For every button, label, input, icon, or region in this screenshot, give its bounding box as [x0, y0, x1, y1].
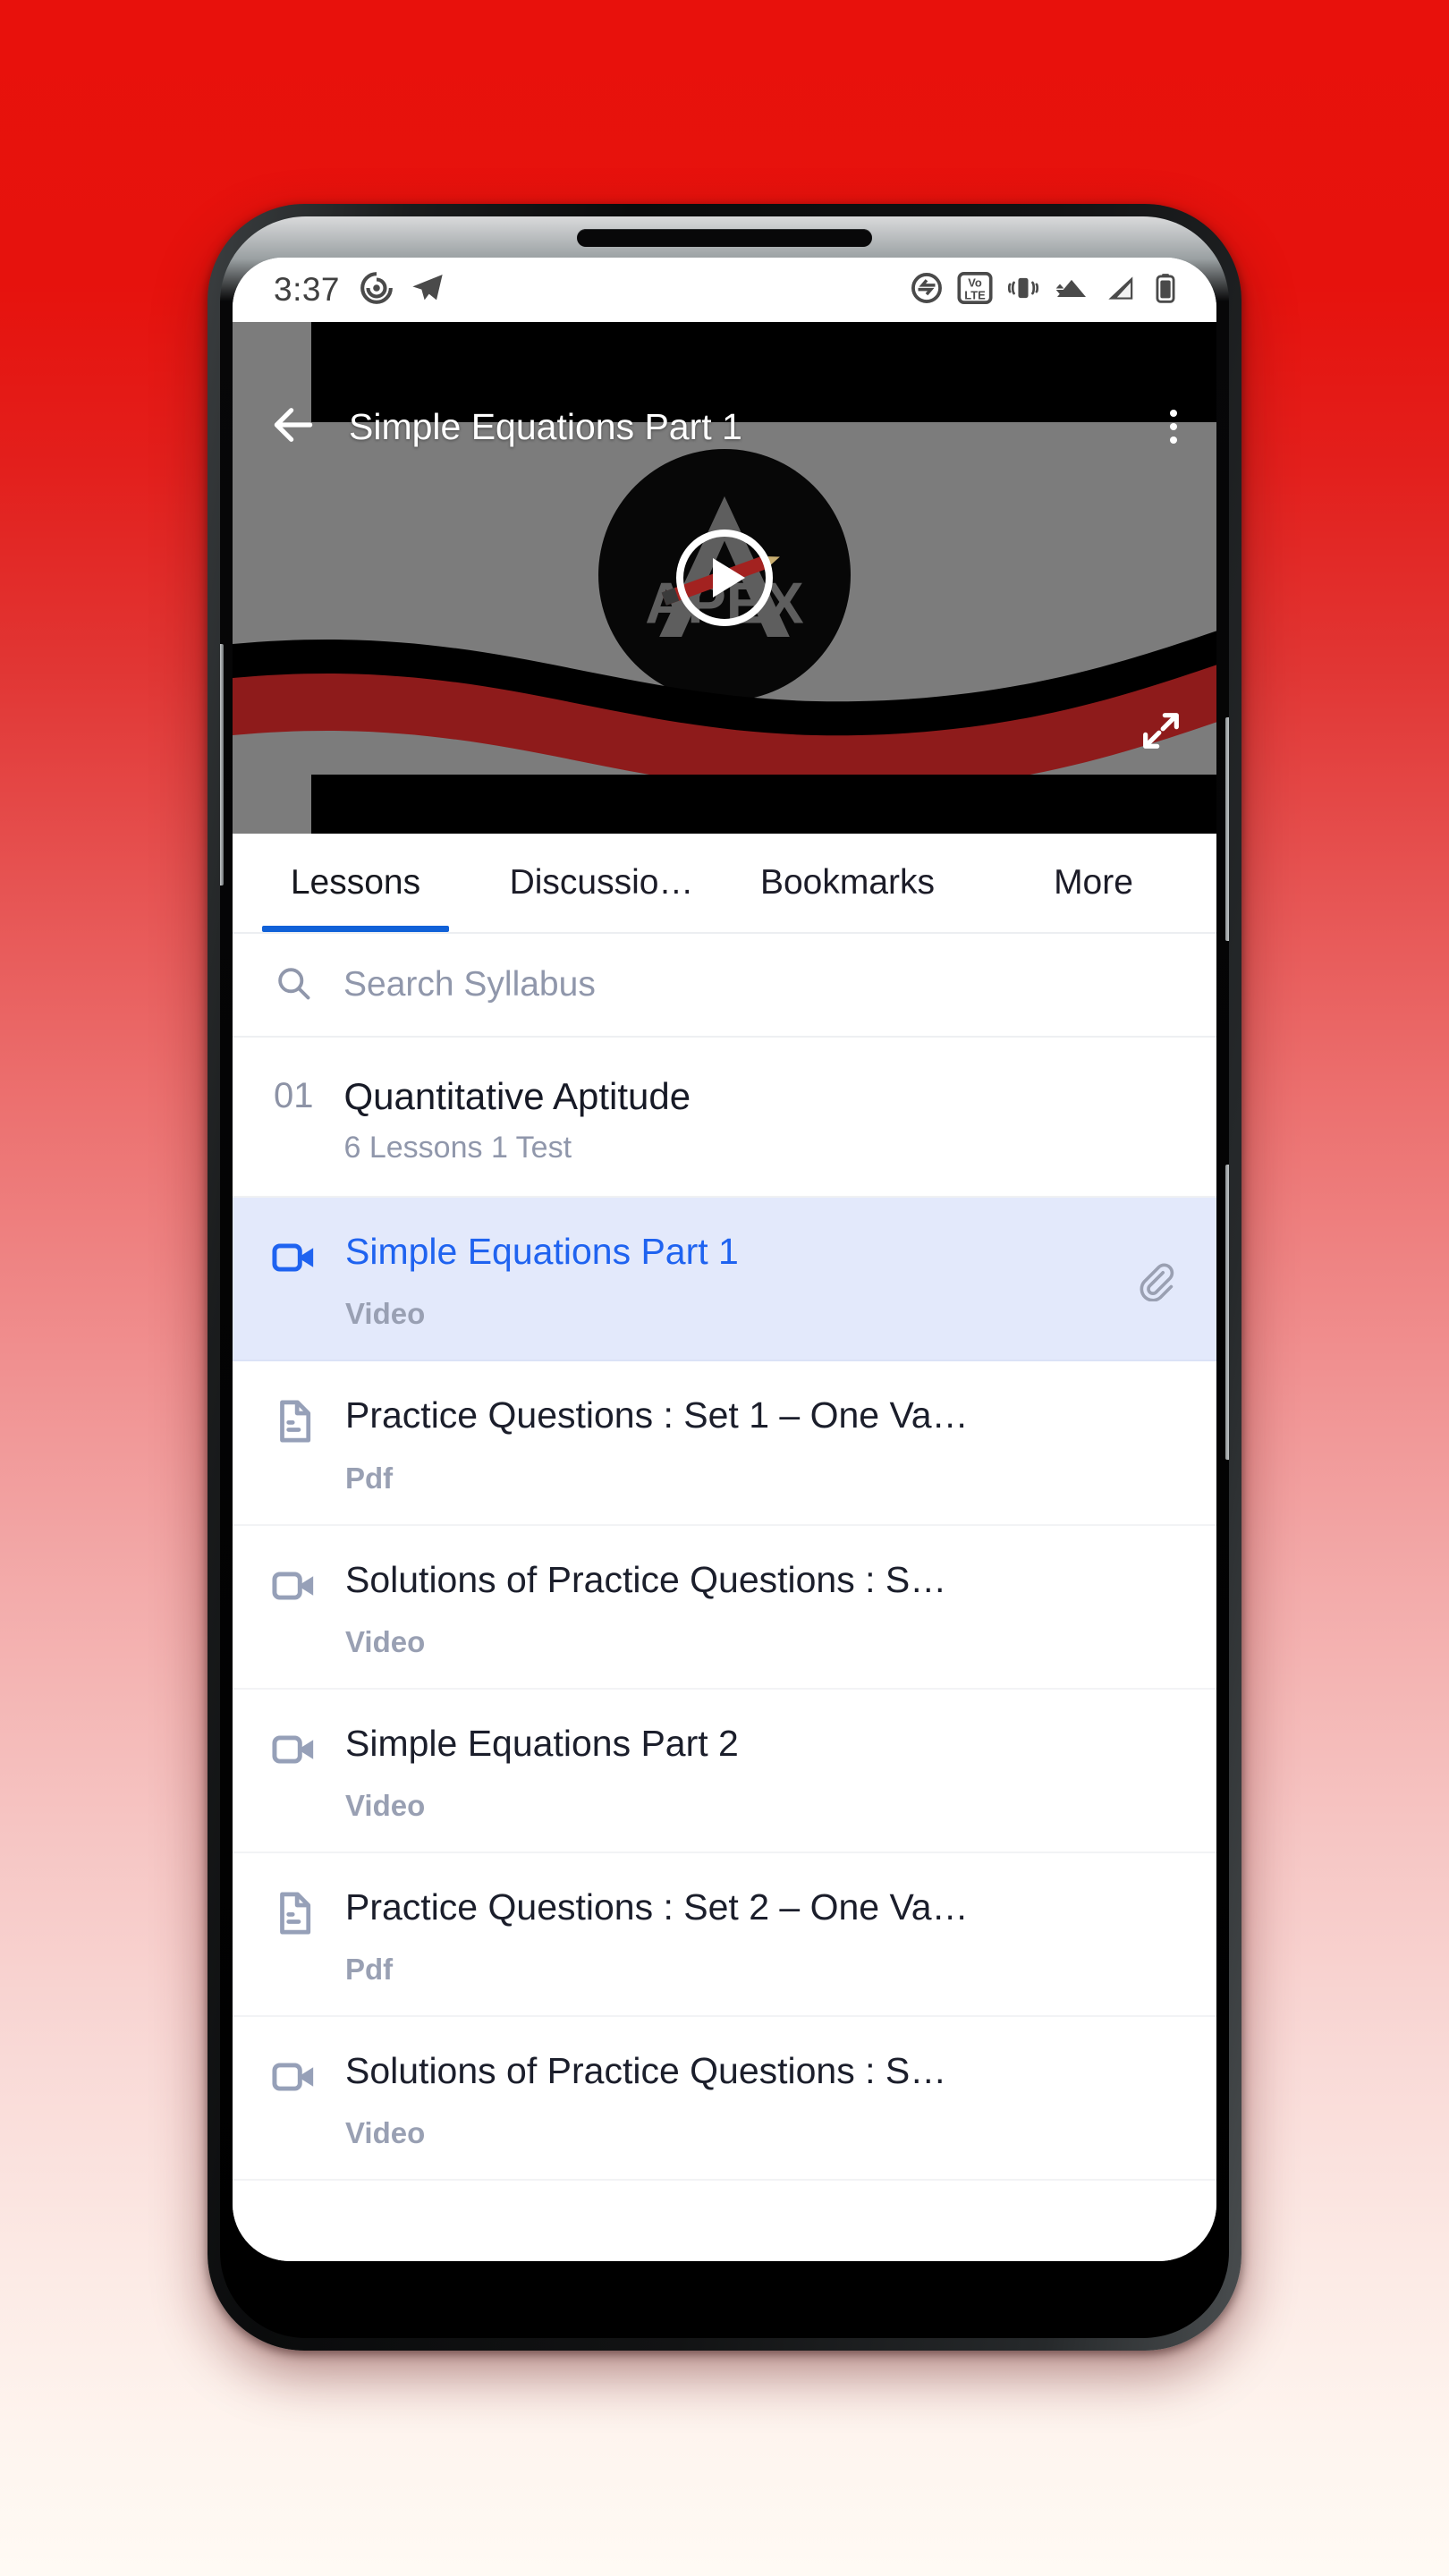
paperclip-icon[interactable] [1134, 1230, 1175, 1306]
list-item-text: Solutions of Practice Questions : S… Vid… [345, 1558, 1175, 1659]
kebab-menu-icon[interactable] [1161, 401, 1186, 453]
list-item-title: Solutions of Practice Questions : S… [345, 2050, 947, 2092]
video-app-bar: Simple Equations Part 1 [233, 388, 1216, 465]
fullscreen-expand-icon[interactable] [1138, 708, 1184, 758]
phone-bezel: 3:37 Vo LTE APEX Simple Equations Part 1… [220, 216, 1229, 2338]
list-item-text: Simple Equations Part 2 Video [345, 1722, 1175, 1823]
play-icon[interactable] [676, 530, 773, 626]
video-camera-icon [270, 2049, 320, 2106]
list-item[interactable]: Simple Equations Part 2 Video [233, 1690, 1216, 1854]
list-item[interactable]: Solutions of Practice Questions : S… Vid… [233, 1526, 1216, 1690]
phone-screen: 3:37 Vo LTE APEX Simple Equations Part 1… [233, 258, 1216, 2261]
list-item-text: Simple Equations Part 1 Video [345, 1230, 1095, 1331]
search-bar[interactable]: Search Syllabus [233, 934, 1216, 1038]
status-clock: 3:37 [274, 271, 341, 308]
list-item-type: Pdf [345, 1953, 394, 1987]
video-wave-graphic [233, 631, 1216, 775]
wifi-icon [1054, 270, 1089, 310]
back-arrow-icon[interactable] [268, 400, 318, 454]
list-item-text: Practice Questions : Set 1 – One Va… Pdf [345, 1394, 1175, 1495]
tab-bookmarks[interactable]: Bookmarks [724, 834, 970, 932]
status-notification-icons [360, 270, 445, 310]
list-item-type: Video [345, 1297, 426, 1331]
video-camera-icon [270, 1722, 320, 1778]
tab-discussions[interactable]: Discussio… [479, 834, 724, 932]
volte-icon: Vo LTE [957, 270, 993, 310]
list-item-title: Solutions of Practice Questions : S… [345, 1558, 947, 1600]
chapter-header[interactable]: 01 Quantitative Aptitude 6 Lessons 1 Tes… [233, 1038, 1216, 1199]
list-item-type: Pdf [345, 1461, 394, 1495]
status-system-icons: Vo LTE [910, 270, 1181, 310]
tab-bar: Lessons Discussio… Bookmarks More [233, 834, 1216, 934]
list-item[interactable]: Simple Equations Part 1 Video [233, 1198, 1216, 1362]
list-item-type: Video [345, 1624, 426, 1658]
list-item-title: Practice Questions : Set 2 – One Va… [345, 1886, 969, 1928]
list-item[interactable]: Practice Questions : Set 2 – One Va… Pdf [233, 1853, 1216, 2018]
tab-lessons[interactable]: Lessons [233, 834, 479, 932]
video-title: Simple Equations Part 1 [349, 405, 742, 447]
phone-antenna-seam [715, 2315, 734, 2338]
chapter-number: 01 [274, 1076, 314, 1115]
telegram-icon [410, 270, 445, 310]
earpiece-speaker [577, 229, 872, 247]
svg-text:LTE: LTE [964, 288, 986, 301]
play-triangle [713, 558, 745, 597]
list-item-text: Solutions of Practice Questions : S… Vid… [345, 2049, 1175, 2150]
data-saver-icon [910, 271, 944, 309]
video-player[interactable]: APEX Simple Equations Part 1 [233, 322, 1216, 834]
chapter-text-block: Quantitative Aptitude 6 Lessons 1 Test [344, 1075, 691, 1165]
chapter-title: Quantitative Aptitude [343, 1075, 691, 1117]
document-icon [270, 1394, 320, 1450]
chapter-meta: 6 Lessons 1 Test [343, 1131, 572, 1165]
phone-volume-button[interactable] [1225, 1165, 1229, 1460]
list-item-text: Practice Questions : Set 2 – One Va… Pdf [345, 1885, 1175, 1987]
battery-icon [1150, 273, 1181, 308]
svg-text:Vo: Vo [968, 275, 982, 289]
document-icon [270, 1885, 320, 1942]
spiral-app-icon [360, 271, 394, 309]
list-item-title: Practice Questions : Set 1 – One Va… [345, 1394, 969, 1436]
syllabus-list: 01 Quantitative Aptitude 6 Lessons 1 Tes… [233, 1038, 1216, 2261]
list-item[interactable]: Practice Questions : Set 1 – One Va… Pdf [233, 1361, 1216, 1526]
search-icon [274, 963, 313, 1007]
phone-device-frame: 3:37 Vo LTE APEX Simple Equations Part 1… [208, 204, 1241, 2351]
signal-icon [1103, 271, 1137, 309]
vibrate-icon [1006, 271, 1040, 309]
list-item-type: Video [345, 1789, 426, 1823]
list-item-title: Simple Equations Part 2 [345, 1722, 739, 1764]
tab-more[interactable]: More [970, 834, 1216, 932]
list-item-title: Simple Equations Part 1 [345, 1231, 739, 1273]
list-item[interactable]: Solutions of Practice Questions : S… Vid… [233, 2017, 1216, 2182]
search-input[interactable]: Search Syllabus [343, 965, 596, 1004]
video-letterbox-bottom [311, 775, 1216, 834]
video-camera-icon [270, 1558, 320, 1614]
status-bar: 3:37 Vo LTE [233, 258, 1216, 322]
phone-left-side-button[interactable] [220, 644, 224, 886]
list-item-type: Video [345, 2116, 426, 2150]
video-camera-icon [270, 1230, 320, 1286]
phone-power-button[interactable] [1225, 717, 1229, 941]
